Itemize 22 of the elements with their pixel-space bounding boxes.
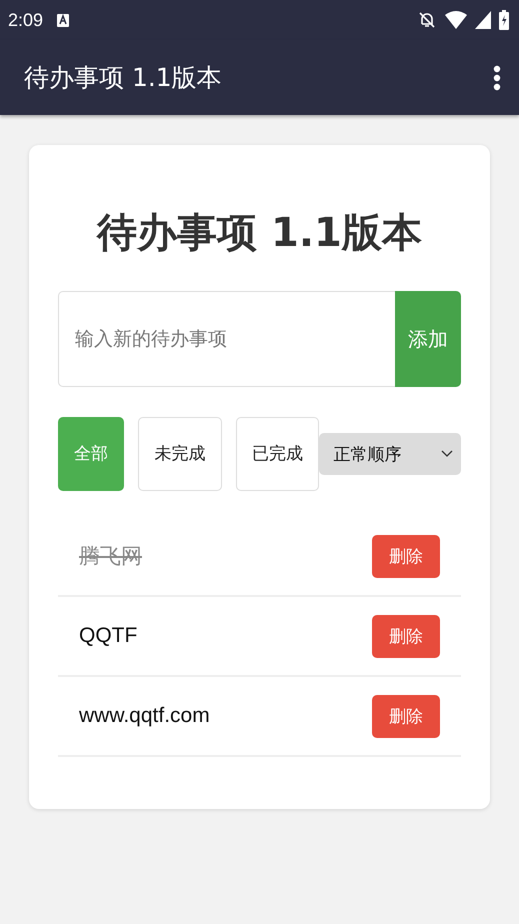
- app-title: 待办事项 1.1版本: [24, 62, 223, 94]
- delete-button[interactable]: 删除: [372, 694, 440, 738]
- filter-button[interactable]: 已完成: [236, 417, 320, 491]
- status-time: 2:09: [8, 10, 44, 30]
- delete-button[interactable]: 删除: [372, 614, 440, 658]
- wifi-icon: [445, 11, 467, 29]
- add-button[interactable]: 添加: [395, 291, 461, 387]
- delete-button[interactable]: 删除: [372, 534, 440, 578]
- todo-text: QQTF: [79, 624, 138, 648]
- more-icon[interactable]: [493, 64, 501, 90]
- keyboard-icon: [57, 14, 70, 26]
- chevron-down-icon: [441, 450, 453, 458]
- battery-icon: [499, 10, 509, 30]
- filter-button[interactable]: 未完成: [138, 417, 222, 491]
- input-field[interactable]: 输入新的待办事项: [58, 291, 395, 387]
- todo-text: www.qqtf.com: [79, 704, 211, 728]
- bell-off-icon: [417, 10, 437, 30]
- filter-button[interactable]: 全部: [58, 417, 124, 491]
- signal-icon: [475, 11, 491, 29]
- sort-select[interactable]: 正常顺序: [319, 433, 461, 475]
- todo-text: 腾飞网: [79, 544, 143, 570]
- card-heading: 待办事项 1.1版本: [95, 209, 423, 257]
